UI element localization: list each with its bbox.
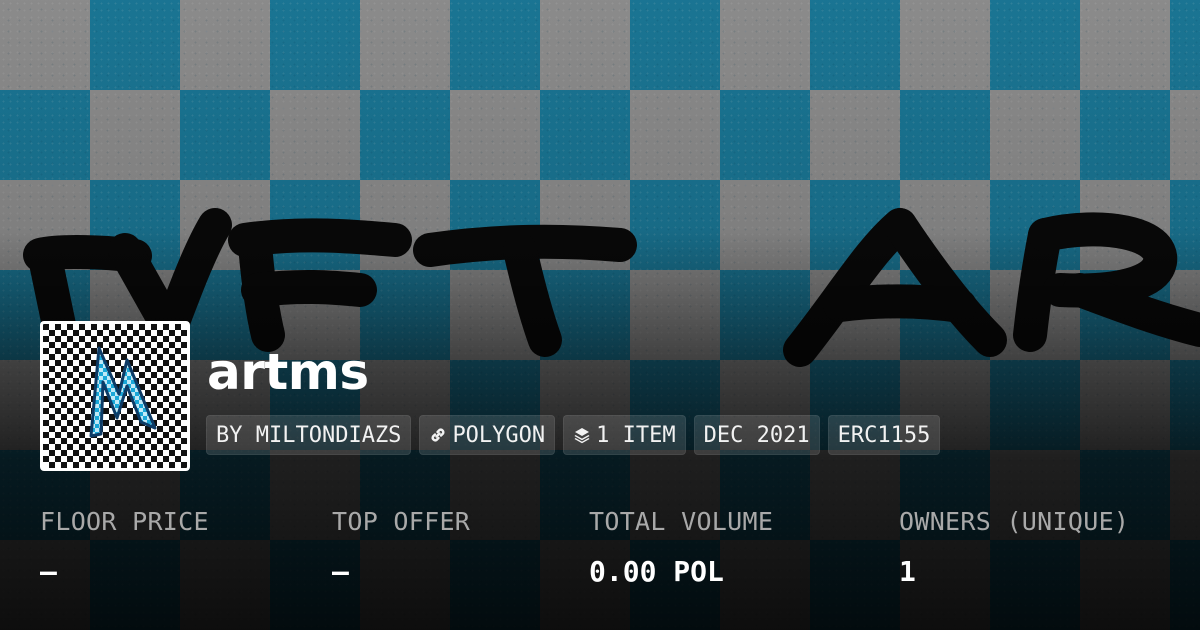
collection-stats: FLOOR PRICE — TOP OFFER — TOTAL VOLUME 0…	[0, 500, 1200, 610]
stat-total-volume: TOTAL VOLUME 0.00 POL	[589, 500, 773, 600]
creator-label: BY MILTONDIAZS	[216, 422, 402, 448]
item-count-chip[interactable]: 1 ITEM	[563, 415, 686, 455]
stat-value: 1	[899, 555, 916, 588]
created-date-chip[interactable]: DEC 2021	[693, 415, 820, 455]
token-standard-chip[interactable]: ERC1155	[827, 415, 941, 455]
stat-value: 0.00 POL	[589, 555, 724, 588]
stat-label: TOP OFFER	[332, 507, 471, 536]
collection-meta-chips: BY MILTONDIAZS POLYGON 1 ITEM DEC 2021 E…	[206, 415, 941, 455]
collection-title: artms	[207, 343, 369, 401]
collection-avatar[interactable]	[40, 321, 190, 471]
token-standard-label: ERC1155	[837, 422, 931, 448]
created-date-label: DEC 2021	[703, 422, 810, 448]
stat-value: —	[40, 555, 57, 588]
stat-floor-price: FLOOR PRICE —	[40, 500, 209, 600]
link-icon	[429, 426, 447, 444]
stat-value: —	[332, 555, 349, 588]
layers-icon	[573, 426, 591, 444]
chain-label: POLYGON	[452, 422, 546, 448]
stat-owners: OWNERS (UNIQUE) 1	[899, 500, 1129, 600]
lightning-checker-avatar-icon	[43, 324, 187, 468]
stat-top-offer: TOP OFFER —	[332, 500, 470, 600]
chain-chip[interactable]: POLYGON	[419, 415, 556, 455]
stat-label: OWNERS (UNIQUE)	[899, 507, 1130, 536]
creator-chip[interactable]: BY MILTONDIAZS	[206, 415, 412, 455]
stat-label: FLOOR PRICE	[40, 507, 209, 536]
stat-label: TOTAL VOLUME	[589, 507, 774, 536]
item-count-label: 1 ITEM	[596, 422, 676, 448]
